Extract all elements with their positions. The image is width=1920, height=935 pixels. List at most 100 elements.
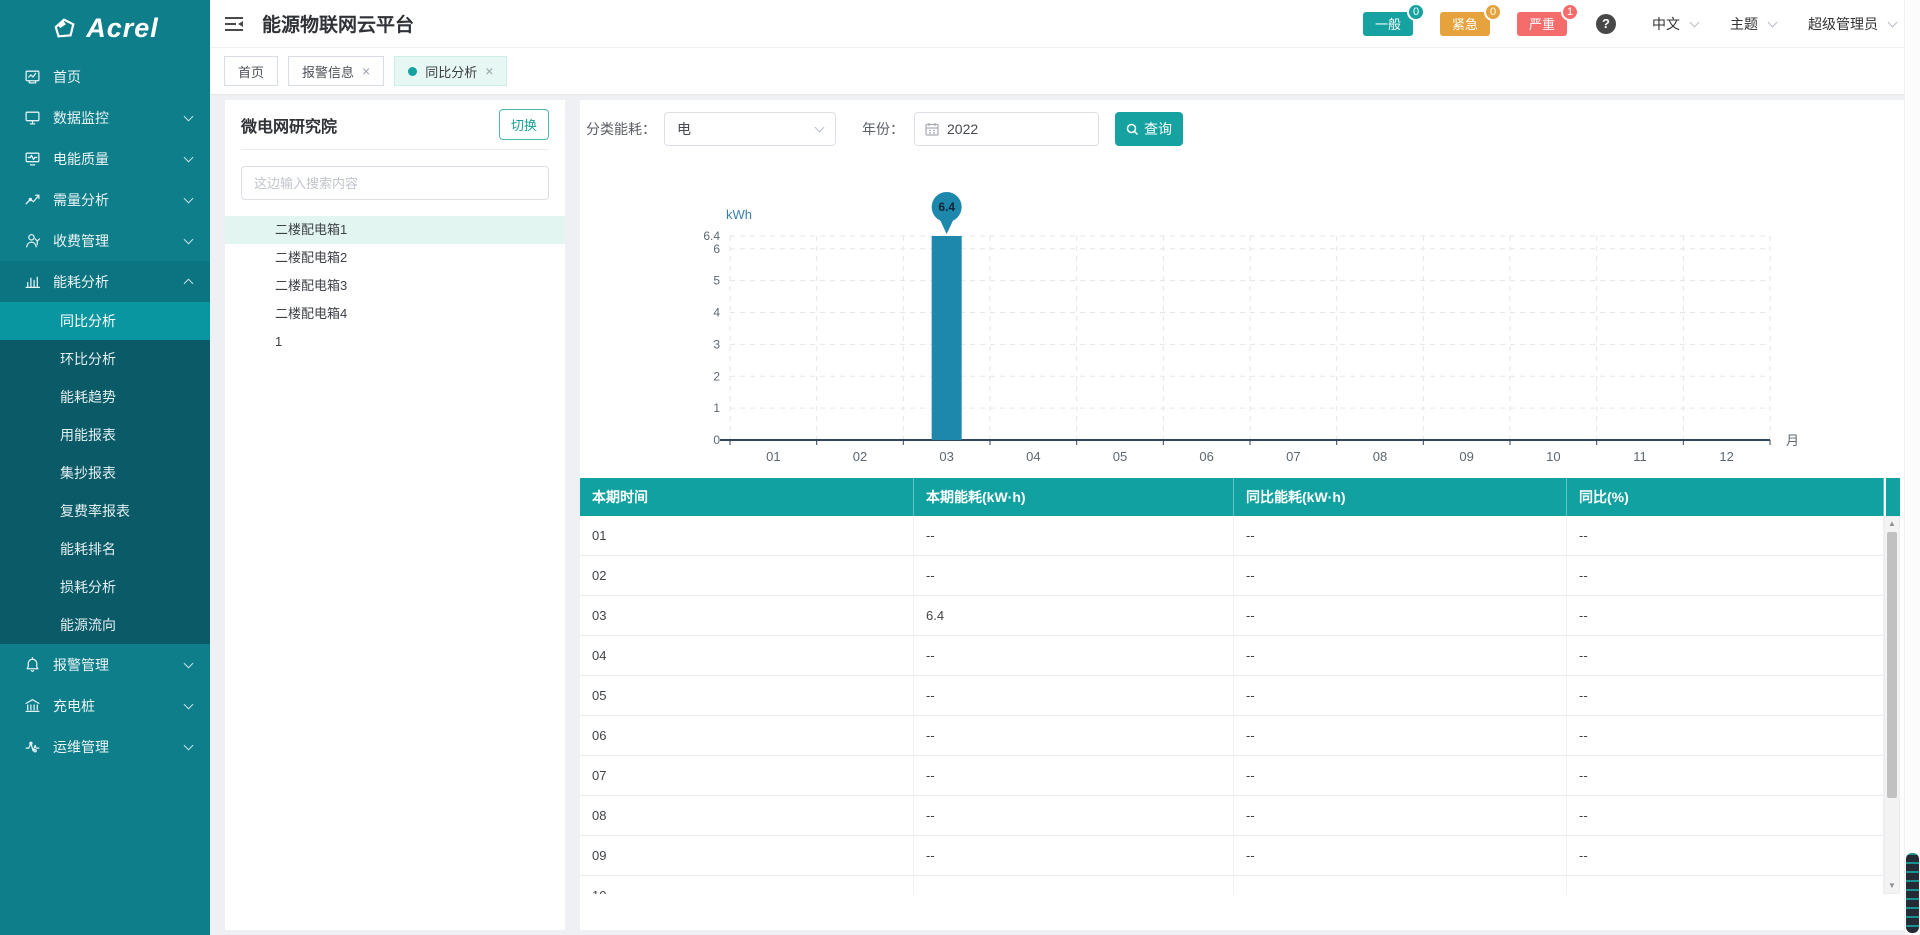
table-cell: 04 xyxy=(580,636,914,675)
scroll-down-icon[interactable]: ▼ xyxy=(1885,879,1899,893)
device-panel-header: 微电网研究院 切换 xyxy=(241,100,549,150)
svg-text:04: 04 xyxy=(1026,449,1040,464)
header: 能源物联网云平台 一般0紧急0严重1 ? 中文 主题 超级管理员 xyxy=(210,0,1920,48)
sidebar-subitem-损耗分析[interactable]: 损耗分析 xyxy=(0,568,210,606)
table-scrollbar-thumb[interactable] xyxy=(1887,532,1897,798)
sidebar-subitem-环比分析[interactable]: 环比分析 xyxy=(0,340,210,378)
switch-button[interactable]: 切换 xyxy=(499,109,549,140)
alarm-badge-一般[interactable]: 一般0 xyxy=(1363,12,1413,36)
chevron-down-icon xyxy=(1768,17,1778,27)
category-select[interactable]: 电 xyxy=(664,112,836,146)
main-panel: 分类能耗： 电 年份： 2022 查询 01234566.40102030405… xyxy=(580,100,1920,930)
device-panel: 微电网研究院 切换 二楼配电箱1二楼配电箱2二楼配电箱3二楼配电箱41 xyxy=(225,100,565,930)
sidebar-item-收费管理[interactable]: 收费管理 xyxy=(0,220,210,261)
alarm-badge-label: 严重 xyxy=(1529,14,1555,33)
sidebar-subitem-能耗趋势[interactable]: 能耗趋势 xyxy=(0,378,210,416)
sidebar-subitem-复费率报表[interactable]: 复费率报表 xyxy=(0,492,210,530)
sidebar-item-需量分析[interactable]: 需量分析 xyxy=(0,179,210,220)
page-scrollbar-thumb[interactable] xyxy=(1906,853,1919,933)
alarm-badge-严重[interactable]: 严重1 xyxy=(1517,12,1567,36)
year-input[interactable]: 2022 xyxy=(914,112,1099,146)
tab-首页[interactable]: 首页 xyxy=(224,56,278,86)
table-row[interactable]: 036.4---- xyxy=(580,596,1884,636)
table-row[interactable]: 01------ xyxy=(580,516,1884,556)
table-cell: -- xyxy=(1234,716,1567,755)
table-row[interactable]: 07------ xyxy=(580,756,1884,796)
sidebar-item-数据监控[interactable]: 数据监控 xyxy=(0,97,210,138)
help-icon[interactable]: ? xyxy=(1596,14,1616,34)
charger-icon xyxy=(24,697,41,714)
year-value: 2022 xyxy=(947,121,978,137)
alarm-badge-紧急[interactable]: 紧急0 xyxy=(1440,12,1490,36)
device-group-title: 微电网研究院 xyxy=(241,113,337,137)
table-row[interactable]: 05------ xyxy=(580,676,1884,716)
collapse-menu-icon[interactable] xyxy=(224,16,244,32)
query-button[interactable]: 查询 xyxy=(1115,112,1183,146)
ops-icon xyxy=(24,738,41,755)
sidebar-subitem-集抄报表[interactable]: 集抄报表 xyxy=(0,454,210,492)
scroll-up-icon[interactable]: ▲ xyxy=(1885,517,1899,531)
device-tree-item-二楼配电箱4[interactable]: 二楼配电箱4 xyxy=(225,300,565,328)
device-tree-item-二楼配电箱3[interactable]: 二楼配电箱3 xyxy=(225,272,565,300)
table-cell: 05 xyxy=(580,676,914,715)
table-cell: -- xyxy=(914,716,1234,755)
table-row[interactable]: 02------ xyxy=(580,556,1884,596)
sidebar: Acrel 首页数据监控电能质量需量分析收费管理能耗分析同比分析环比分析能耗趋势… xyxy=(0,0,210,935)
energy-bar-chart: 01234566.4010203040506070809101112kWh月6.… xyxy=(580,155,1900,475)
device-tree-item-二楼配电箱1[interactable]: 二楼配电箱1 xyxy=(225,216,565,244)
close-icon[interactable]: × xyxy=(485,64,493,78)
alarm-badge-label: 紧急 xyxy=(1452,14,1478,33)
power-quality-icon xyxy=(24,150,41,167)
svg-text:09: 09 xyxy=(1459,449,1473,464)
bar-03[interactable] xyxy=(932,236,962,440)
chevron-down-icon xyxy=(184,111,194,121)
table-row[interactable]: 09------ xyxy=(580,836,1884,876)
alarm-count-badge: 0 xyxy=(1484,3,1502,21)
table-row[interactable]: 10------ xyxy=(580,876,1884,894)
close-icon[interactable]: × xyxy=(362,64,370,78)
sidebar-subitem-用能报表[interactable]: 用能报表 xyxy=(0,416,210,454)
sidebar-item-能耗分析[interactable]: 能耗分析 xyxy=(0,261,210,302)
alarm-count-badge: 0 xyxy=(1407,3,1425,21)
sidebar-subitem-能源流向[interactable]: 能源流向 xyxy=(0,606,210,644)
tab-报警信息[interactable]: 报警信息× xyxy=(288,56,384,86)
device-tree-item-1[interactable]: 1 xyxy=(225,328,565,356)
device-tree-item-二楼配电箱2[interactable]: 二楼配电箱2 xyxy=(225,244,565,272)
user-menu[interactable]: 超级管理员 xyxy=(1808,14,1896,34)
chevron-down-icon xyxy=(1888,17,1898,27)
query-label: 查询 xyxy=(1144,119,1172,139)
sidebar-subitem-能耗排名[interactable]: 能耗排名 xyxy=(0,530,210,568)
table-cell: -- xyxy=(1234,676,1567,715)
table-cell: -- xyxy=(1567,876,1884,894)
theme-select[interactable]: 主题 xyxy=(1730,14,1776,34)
monitor-icon xyxy=(24,109,41,126)
table-column-header: 同比能耗(kW·h) xyxy=(1234,478,1567,516)
device-search-input[interactable] xyxy=(241,166,549,200)
svg-text:06: 06 xyxy=(1199,449,1213,464)
language-select[interactable]: 中文 xyxy=(1652,14,1698,34)
app-logo: Acrel xyxy=(0,0,210,56)
category-value: 电 xyxy=(677,119,691,139)
svg-text:2: 2 xyxy=(713,369,720,383)
table-row[interactable]: 04------ xyxy=(580,636,1884,676)
search-icon xyxy=(1126,123,1139,136)
tab-同比分析[interactable]: 同比分析× xyxy=(394,56,507,86)
page-scrollbar[interactable] xyxy=(1904,0,1920,935)
sidebar-item-充电桩[interactable]: 充电桩 xyxy=(0,685,210,726)
table-row[interactable]: 06------ xyxy=(580,716,1884,756)
table-scrollbar[interactable]: ▲ ▼ xyxy=(1884,516,1900,894)
sidebar-item-电能质量[interactable]: 电能质量 xyxy=(0,138,210,179)
alarm-badge-label: 一般 xyxy=(1375,14,1401,33)
sidebar-item-运维管理[interactable]: 运维管理 xyxy=(0,726,210,767)
page: Acrel 首页数据监控电能质量需量分析收费管理能耗分析同比分析环比分析能耗趋势… xyxy=(0,0,1920,935)
sidebar-subitem-同比分析[interactable]: 同比分析 xyxy=(0,302,210,340)
table-cell: -- xyxy=(914,636,1234,675)
sidebar-item-报警管理[interactable]: 报警管理 xyxy=(0,644,210,685)
table-column-header: 本期能耗(kW·h) xyxy=(914,478,1234,516)
table-cell: -- xyxy=(1234,556,1567,595)
sidebar-item-首页[interactable]: 首页 xyxy=(0,56,210,97)
table-cell: -- xyxy=(1567,556,1884,595)
sidebar-item-label: 能耗分析 xyxy=(53,272,185,292)
chevron-down-icon xyxy=(815,123,825,133)
table-row[interactable]: 08------ xyxy=(580,796,1884,836)
